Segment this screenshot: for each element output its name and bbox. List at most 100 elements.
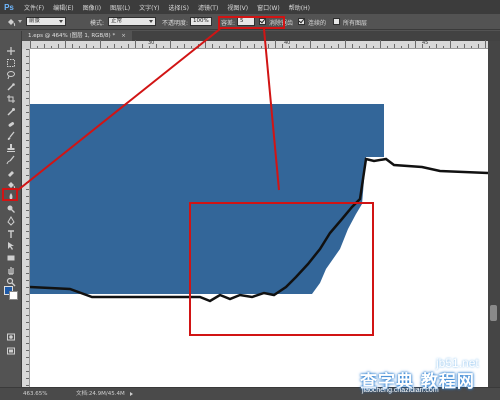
- chevron-down-icon: [149, 20, 153, 23]
- ruler-tick: [26, 77, 29, 78]
- ruler-tick: [142, 44, 143, 48]
- brush-icon[interactable]: [4, 130, 18, 141]
- ruler-tick: [79, 46, 80, 48]
- ruler-tick: [380, 40, 381, 48]
- ruler-tick: [26, 238, 29, 239]
- scrollbar-thumb[interactable]: [490, 305, 497, 321]
- healing-brush-icon[interactable]: [4, 118, 18, 129]
- ruler-origin[interactable]: [22, 41, 30, 49]
- ruler-tick: [240, 40, 241, 48]
- eyedropper-icon[interactable]: [4, 106, 18, 117]
- status-menu-arrow-icon[interactable]: [130, 392, 133, 396]
- lasso-icon[interactable]: [4, 69, 18, 80]
- quick-select-icon[interactable]: [4, 82, 18, 93]
- canvas-artwork: [30, 104, 488, 303]
- ruler-tick: [26, 91, 29, 92]
- pen-icon[interactable]: [4, 216, 18, 227]
- tolerance-highlight-box: [218, 16, 285, 29]
- opacity-field[interactable]: 100%: [190, 17, 212, 26]
- ruler-tick: [26, 322, 29, 323]
- background-color-swatch[interactable]: [9, 291, 18, 300]
- ruler-tick: [26, 378, 29, 379]
- move-icon[interactable]: [4, 45, 18, 56]
- ruler-tick: [26, 161, 29, 162]
- ruler-vertical: [22, 41, 30, 387]
- contiguous-checkbox[interactable]: [298, 18, 305, 25]
- menu-help[interactable]: 帮助(H): [289, 3, 310, 12]
- ruler-tick: [26, 364, 29, 365]
- ruler-tick: [26, 49, 29, 50]
- ruler-tick: [26, 119, 29, 120]
- opacity-value: 100%: [193, 18, 209, 24]
- ruler-tick: [478, 44, 479, 48]
- ruler-tick: [121, 46, 122, 48]
- screen-mode-icon[interactable]: [4, 345, 18, 356]
- rectangle-icon[interactable]: [4, 252, 18, 263]
- ruler-tick: [268, 44, 269, 48]
- mode-select[interactable]: 正常: [108, 17, 156, 26]
- path-select-icon[interactable]: [4, 240, 18, 251]
- chevron-down-icon: [59, 20, 63, 23]
- menu-edit[interactable]: 编辑(E): [53, 3, 73, 12]
- ruler-tick: [317, 46, 318, 48]
- close-icon[interactable]: ×: [121, 33, 126, 39]
- ruler-horizontal: 30 40 45: [30, 40, 488, 49]
- ruler-tick: [44, 44, 45, 48]
- history-brush-icon[interactable]: [4, 155, 18, 166]
- zoom-level[interactable]: 463.65%: [23, 388, 47, 400]
- ruler-tick: [26, 371, 29, 372]
- tool-preset-caret-icon[interactable]: [18, 20, 22, 23]
- ruler-tick: [464, 44, 465, 48]
- all-layers-checkbox[interactable]: [333, 18, 340, 25]
- document-tab[interactable]: 1.eps @ 464% (图层 1, RGB/8) * ×: [22, 31, 132, 41]
- ruler-tick: [331, 46, 332, 48]
- crop-icon[interactable]: [4, 94, 18, 105]
- quick-mask-icon[interactable]: [4, 331, 18, 342]
- ruler-tick: [205, 40, 206, 48]
- menu-image[interactable]: 图像(I): [83, 3, 101, 12]
- ruler-tick: [26, 336, 29, 337]
- ruler-tick: [26, 245, 29, 246]
- clone-stamp-icon[interactable]: [4, 143, 18, 154]
- paint-bucket-icon[interactable]: [6, 17, 16, 27]
- ruler-tick: [450, 40, 451, 48]
- menu-file[interactable]: 文件(F): [24, 3, 44, 12]
- paint-bucket-highlight-box: [2, 188, 18, 201]
- menu-filter[interactable]: 滤镜(T): [198, 3, 218, 12]
- dodge-icon[interactable]: [4, 204, 18, 215]
- ruler-tick: [163, 46, 164, 48]
- ruler-tick: [26, 210, 29, 211]
- ruler-tick: [26, 231, 29, 232]
- menu-layer[interactable]: 图层(L): [110, 3, 130, 12]
- menu-bar: Ps 文件(F) 编辑(E) 图像(I) 图层(L) 文字(Y) 选择(S) 滤…: [0, 0, 500, 14]
- menu-select[interactable]: 选择(S): [168, 3, 189, 12]
- fill-source-value: 前景: [29, 18, 41, 24]
- ruler-tick: [58, 44, 59, 48]
- type-icon[interactable]: [4, 228, 18, 239]
- ruler-tick: [26, 63, 29, 64]
- eraser-icon[interactable]: [4, 167, 18, 178]
- ruler-tick: [37, 46, 38, 48]
- ruler-tick: [436, 44, 437, 48]
- menu-type[interactable]: 文字(Y): [139, 3, 159, 12]
- fill-source-select[interactable]: 前景: [26, 17, 66, 26]
- marquee-icon[interactable]: [4, 57, 18, 68]
- ruler-tick: [254, 44, 255, 48]
- ruler-tick: [303, 46, 304, 48]
- ruler-tick: [100, 40, 101, 48]
- menu-window[interactable]: 窗口(W): [257, 3, 280, 12]
- ruler-tick: [72, 44, 73, 48]
- ruler-tick: [429, 46, 430, 48]
- tools-panel: [0, 31, 22, 387]
- vertical-scrollbar[interactable]: [488, 41, 500, 387]
- ruler-tick: [65, 40, 66, 48]
- menu-view[interactable]: 视图(V): [227, 3, 248, 12]
- ruler-tick: [26, 252, 29, 253]
- ruler-tick: [26, 70, 29, 71]
- ruler-tick: [26, 56, 29, 57]
- hand-icon[interactable]: [4, 265, 18, 276]
- ruler-tick: [26, 329, 29, 330]
- document-canvas[interactable]: [30, 49, 488, 387]
- ruler-tick: [26, 175, 29, 176]
- ruler-tick: [401, 46, 402, 48]
